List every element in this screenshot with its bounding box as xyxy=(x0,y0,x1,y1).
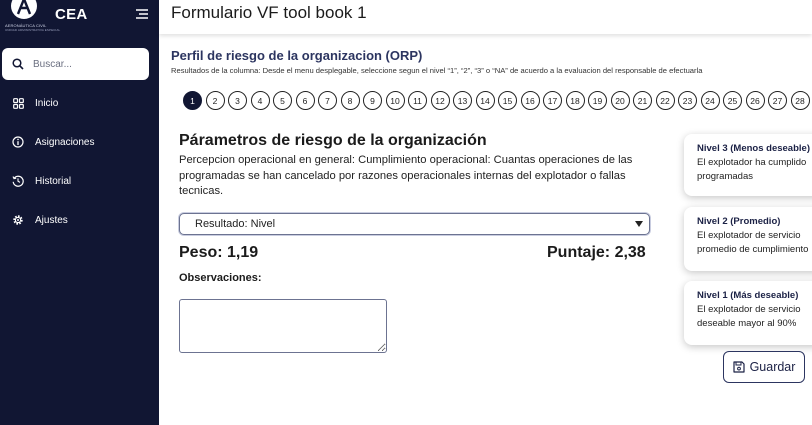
section-subtitle: Resultados de la columna: Desde el menu … xyxy=(171,66,703,75)
level-card-line: El explotador ha cumplido xyxy=(697,157,807,168)
step-16[interactable]: 16 xyxy=(520,91,540,110)
level-card-title: Nivel 1 (Más deseable) xyxy=(697,290,799,301)
search-icon xyxy=(12,58,24,70)
level-card-line: deseable mayor al 90% xyxy=(697,317,797,329)
level-card-title: Nivel 3 (Menos deseable) xyxy=(697,143,810,154)
select-value: Resultado: Nivel xyxy=(195,218,276,230)
save-button[interactable]: Guardar xyxy=(723,351,805,383)
logo-caption: AERONÁUTICA CIVIL UNIDAD ADMINISTRATIVA … xyxy=(5,24,61,33)
search-input[interactable] xyxy=(33,58,133,70)
step-7[interactable]: 7 xyxy=(318,91,337,110)
step-19[interactable]: 19 xyxy=(588,91,607,110)
step-18[interactable]: 18 xyxy=(565,91,585,110)
info-icon xyxy=(12,136,24,148)
level-card-body: El explotador de servicio deseable mayor… xyxy=(697,303,812,330)
step-5[interactable]: 5 xyxy=(273,91,292,110)
level-card-3[interactable]: Nivel 3 (Menos deseable) El explotador h… xyxy=(684,134,812,196)
sidebar-item-label: Historial xyxy=(35,175,72,187)
sidebar: AERONÁUTICA CIVIL UNIDAD ADMINISTRATIVA … xyxy=(0,0,159,425)
level-card-1[interactable]: Nivel 1 (Más deseable) El explotador de … xyxy=(684,281,812,345)
level-card-line: El explotador de servicio xyxy=(697,230,801,241)
search-box[interactable] xyxy=(2,48,149,80)
level-card-line: programadas xyxy=(697,170,753,182)
level-card-body: El explotador de servicio promedio de cu… xyxy=(697,229,812,256)
step-12[interactable]: 12 xyxy=(430,91,450,110)
step-27[interactable]: 27 xyxy=(768,91,787,110)
level-card-title: Nivel 2 (Promedio) xyxy=(697,216,781,227)
parameter-description: Percepcion operacional en general: Cumpl… xyxy=(179,154,633,197)
puntaje-value: Puntaje: 2,38 xyxy=(547,244,646,261)
step-17[interactable]: 17 xyxy=(543,91,562,110)
observaciones-textarea[interactable] xyxy=(179,299,387,353)
step-14[interactable]: 14 xyxy=(475,91,495,110)
sidebar-item-label: Ajustes xyxy=(35,214,68,226)
step-20[interactable]: 20 xyxy=(610,91,630,110)
peso-value: Peso: 1,19 xyxy=(179,244,259,261)
app-window: AERONÁUTICA CIVIL UNIDAD ADMINISTRATIVA … xyxy=(0,0,812,425)
sidebar-item-label: Inicio xyxy=(35,97,59,109)
step-28[interactable]: 28 xyxy=(790,91,810,110)
brand-name: CEA xyxy=(55,6,88,23)
sidebar-item-ajustes[interactable]: Ajustes xyxy=(0,207,159,233)
step-6[interactable]: 6 xyxy=(295,91,315,110)
step-25[interactable]: 25 xyxy=(723,91,742,110)
observaciones-label: Observaciones: xyxy=(179,272,262,284)
step-23[interactable]: 23 xyxy=(678,91,697,110)
result-level-select[interactable]: Resultado: Nivel xyxy=(179,213,650,235)
page-title: Formulario VF tool book 1 xyxy=(171,3,367,22)
step-4[interactable]: 4 xyxy=(250,91,270,110)
step-3[interactable]: 3 xyxy=(228,91,247,110)
save-button-label: Guardar xyxy=(749,360,796,374)
level-card-body: El explotador ha cumplido programadas xyxy=(697,156,812,183)
logo-caption-subtitle: UNIDAD ADMINISTRATIVA ESPECIAL xyxy=(5,28,61,32)
menu-toggle-icon[interactable] xyxy=(135,7,149,21)
sidebar-item-historial[interactable]: Historial xyxy=(0,168,159,194)
history-icon xyxy=(12,175,24,187)
step-11[interactable]: 11 xyxy=(408,91,427,110)
level-card-2[interactable]: Nivel 2 (Promedio) El explotador de serv… xyxy=(684,207,812,271)
step-2[interactable]: 2 xyxy=(205,91,225,110)
sidebar-item-label: Asignaciones xyxy=(35,136,95,148)
caret-down-icon xyxy=(635,221,643,227)
parameter-title: Párametros de riesgo de la organización xyxy=(179,132,487,149)
floppy-disk-icon xyxy=(732,361,745,373)
sidebar-item-inicio[interactable]: Inicio xyxy=(0,90,159,116)
section-title: Perfil de riesgo de la organizacion (ORP… xyxy=(171,48,423,63)
level-card-line: El explotador de servicio xyxy=(697,304,801,315)
step-15[interactable]: 15 xyxy=(498,91,517,110)
step-9[interactable]: 9 xyxy=(363,91,382,110)
step-21[interactable]: 21 xyxy=(633,91,652,110)
brand: AERONÁUTICA CIVIL UNIDAD ADMINISTRATIVA … xyxy=(0,0,159,40)
sidebar-item-asignaciones[interactable]: Asignaciones xyxy=(0,129,159,155)
grid-icon xyxy=(12,97,24,109)
step-13[interactable]: 13 xyxy=(453,91,472,110)
step-24[interactable]: 24 xyxy=(700,91,720,110)
top-bar: Formulario VF tool book 1 xyxy=(159,0,812,34)
main-content: Formulario VF tool book 1 Perfil de ries… xyxy=(159,0,812,425)
step-26[interactable]: 26 xyxy=(745,91,765,110)
step-22[interactable]: 22 xyxy=(655,91,675,110)
step-8[interactable]: 8 xyxy=(340,91,360,110)
gear-icon xyxy=(12,214,24,226)
step-1[interactable]: 1 xyxy=(183,91,202,110)
step-10[interactable]: 10 xyxy=(385,91,405,110)
level-card-line: promedio de cumplimiento xyxy=(697,243,809,255)
